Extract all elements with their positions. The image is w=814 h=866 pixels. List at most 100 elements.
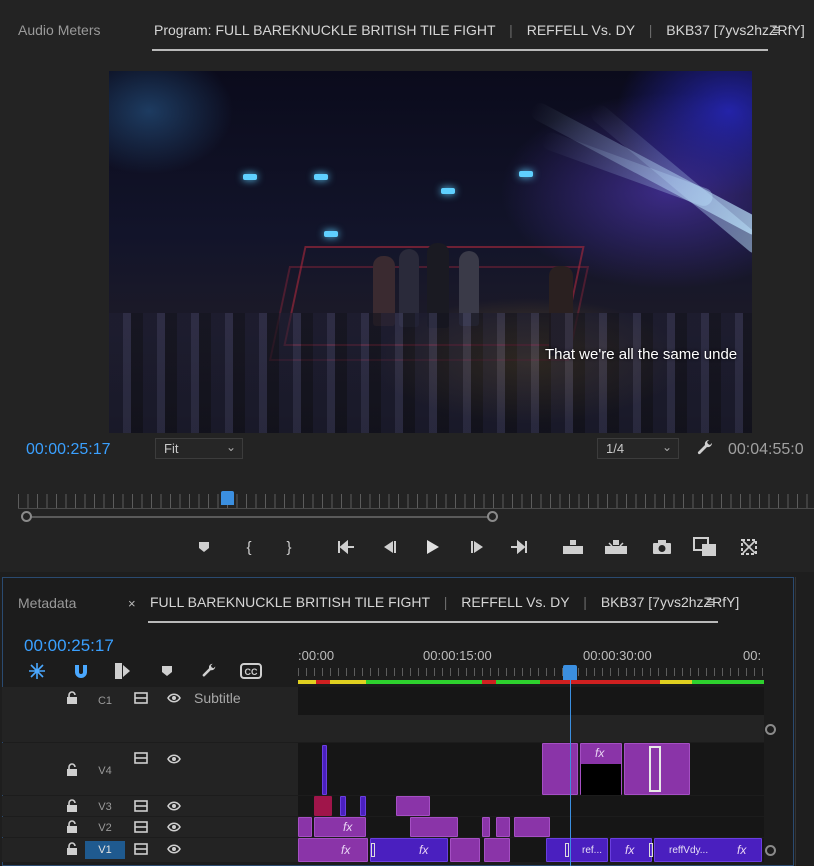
add-marker-button[interactable]: [192, 536, 216, 558]
video-clip[interactable]: [542, 743, 578, 795]
wrench-settings-icon[interactable]: [695, 438, 715, 458]
timeline-playhead-line[interactable]: [570, 676, 571, 866]
sync-lock-icon[interactable]: [134, 691, 148, 705]
sync-lock-icon[interactable]: [134, 799, 148, 813]
video-clip[interactable]: fx: [298, 838, 368, 862]
ruler-label-0: :00:00: [298, 648, 335, 663]
timeline-ruler-ticks[interactable]: [298, 668, 764, 676]
zoom-level-dropdown[interactable]: Fit ⌄: [155, 438, 243, 459]
go-to-in-button[interactable]: [334, 536, 358, 558]
video-clip[interactable]: fx: [370, 838, 448, 862]
extract-button[interactable]: [604, 536, 628, 558]
video-clip[interactable]: [450, 838, 480, 862]
vertical-scroll-top-handle[interactable]: [765, 724, 776, 735]
timeline-playhead[interactable]: [563, 665, 577, 680]
eye-icon[interactable]: [167, 820, 181, 834]
insert-overlay-button[interactable]: [693, 536, 717, 558]
track-header-v3[interactable]: V3: [2, 796, 298, 816]
step-forward-button[interactable]: [465, 536, 489, 558]
mark-in-button[interactable]: {: [237, 536, 261, 558]
track-id-v1[interactable]: V1: [85, 841, 125, 859]
playhead-timecode[interactable]: 00:00:25:17: [26, 441, 111, 459]
video-clip[interactable]: [298, 817, 312, 837]
lock-icon[interactable]: [65, 691, 79, 705]
monitor-time-ruler[interactable]: [18, 494, 814, 508]
lift-icon: [563, 540, 583, 554]
tab-audio-meters[interactable]: Audio Meters: [18, 22, 100, 38]
filmstrip-icon: [693, 537, 716, 556]
video-clip[interactable]: [484, 838, 510, 862]
step-back-button[interactable]: [378, 536, 402, 558]
video-clip[interactable]: fx: [610, 838, 653, 862]
lock-icon[interactable]: [65, 820, 79, 834]
play-button[interactable]: [420, 536, 444, 558]
eye-icon[interactable]: [167, 842, 181, 856]
track-area-v1[interactable]: fx fx ref... fx reffVdy... fx: [298, 838, 764, 862]
video-clip[interactable]: [360, 796, 366, 816]
video-clip[interactable]: fx: [314, 817, 366, 837]
zoom-scrollbar-right-handle[interactable]: [487, 511, 498, 522]
track-id-v2[interactable]: V2: [85, 819, 125, 837]
track-id-v4[interactable]: V4: [85, 762, 125, 780]
video-clip[interactable]: [410, 817, 458, 837]
track-header-c1[interactable]: C1 Subtitle: [2, 687, 298, 715]
mark-out-button[interactable]: }: [277, 536, 301, 558]
video-clip[interactable]: [496, 817, 510, 837]
video-clip[interactable]: [514, 817, 550, 837]
zoom-scrollbar-left-handle[interactable]: [21, 511, 32, 522]
lock-icon[interactable]: [65, 842, 79, 856]
video-clip[interactable]: [624, 743, 690, 795]
video-clip[interactable]: [340, 796, 346, 816]
track-header-v1[interactable]: V1: [2, 838, 298, 862]
marker-icon: [162, 666, 172, 676]
playback-resolution-dropdown[interactable]: 1/4 ⌄: [597, 438, 679, 459]
render-bar-segment: [366, 680, 482, 684]
panel-menu-icon[interactable]: ≡: [772, 22, 781, 39]
zoom-scrollbar[interactable]: [27, 516, 493, 518]
vertical-scroll-bottom-handle[interactable]: [765, 845, 776, 856]
track-area-v2[interactable]: fx: [298, 817, 764, 837]
track-id-c1[interactable]: C1: [85, 692, 125, 710]
track-header-v4[interactable]: V4: [2, 743, 298, 795]
sync-lock-icon[interactable]: [134, 751, 148, 765]
close-tab-icon[interactable]: ×: [128, 596, 136, 611]
track-area-v3[interactable]: [298, 796, 764, 816]
sync-lock-icon[interactable]: [134, 820, 148, 834]
video-clip[interactable]: ref...: [546, 838, 608, 862]
monitor-playhead[interactable]: [221, 491, 234, 505]
button-editor-button[interactable]: [737, 536, 761, 558]
magnet-icon: [75, 665, 87, 678]
captions-button[interactable]: CC: [240, 660, 262, 682]
sync-lock-icon[interactable]: [134, 842, 148, 856]
track-id-v3[interactable]: V3: [85, 798, 125, 816]
video-clip[interactable]: [322, 745, 327, 795]
lock-icon[interactable]: [65, 799, 79, 813]
track-area-v4[interactable]: fx: [298, 743, 764, 795]
video-clip[interactable]: [314, 796, 332, 816]
video-clip[interactable]: fx: [580, 743, 622, 795]
lift-button[interactable]: [561, 536, 585, 558]
mark-in-icon: {: [246, 538, 252, 556]
tab-sequence[interactable]: FULL BAREKNUCKLE BRITISH TILE FIGHT | RE…: [150, 594, 739, 610]
video-clip[interactable]: [396, 796, 430, 816]
timeline-menu-icon[interactable]: ≡: [706, 594, 715, 611]
eye-icon[interactable]: [167, 799, 181, 813]
eye-icon[interactable]: [167, 691, 181, 705]
video-clip[interactable]: reffVdy... fx: [654, 838, 762, 862]
video-clip[interactable]: [482, 817, 490, 837]
add-marker-button[interactable]: [156, 660, 178, 682]
tab-program-monitor[interactable]: Program: FULL BAREKNUCKLE BRITISH TILE F…: [154, 22, 805, 38]
track-area-c1[interactable]: [298, 687, 764, 715]
export-frame-button[interactable]: [650, 536, 674, 558]
snap-button[interactable]: [70, 660, 92, 682]
program-video-frame[interactable]: That we're all the same unde: [109, 71, 752, 433]
eye-icon[interactable]: [167, 752, 181, 766]
go-to-out-button[interactable]: [507, 536, 531, 558]
lock-icon[interactable]: [65, 763, 79, 777]
timeline-settings-button[interactable]: [198, 660, 220, 682]
tab-metadata[interactable]: Metadata: [18, 595, 76, 611]
timeline-timecode[interactable]: 00:00:25:17: [24, 636, 114, 656]
nest-sequences-button[interactable]: [26, 660, 48, 682]
linked-selection-button[interactable]: [112, 660, 134, 682]
track-header-v2[interactable]: V2: [2, 817, 298, 837]
